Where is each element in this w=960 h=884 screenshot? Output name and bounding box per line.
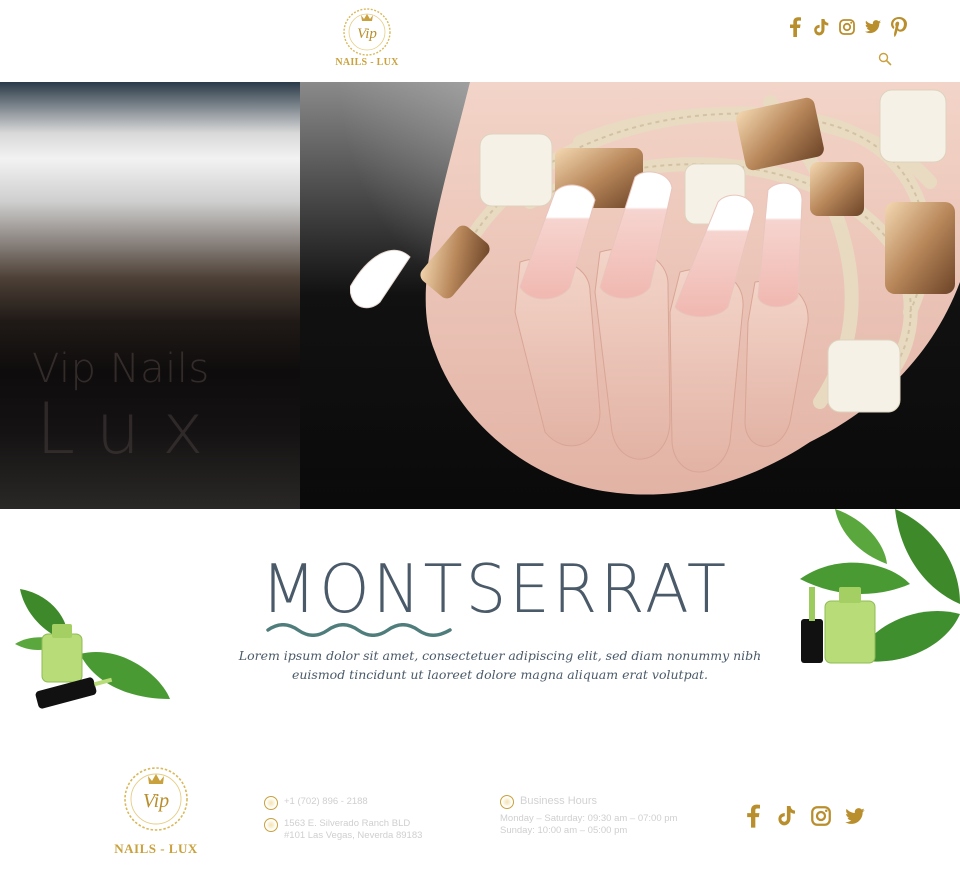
hero-title-line1: Vip Nails	[32, 346, 210, 392]
heading-wave-divider	[266, 623, 452, 637]
hours-title: Business Hours	[520, 795, 598, 807]
hero-banner: Vip Nails Lux	[0, 82, 960, 509]
twitter-icon[interactable]	[864, 16, 882, 38]
site-footer: Vip NAILS - LUX +1 (702) 896 - 2188 1563…	[0, 749, 960, 884]
header-social-links	[786, 16, 908, 38]
footer-hours: Business Hours Monday – Saturday: 09:30 …	[500, 795, 720, 837]
facebook-icon[interactable]	[786, 16, 804, 38]
phone-icon	[264, 796, 278, 810]
search-icon[interactable]	[878, 52, 892, 66]
nail-polish-leaf-image-right	[800, 509, 960, 664]
footer-logo[interactable]: Vip NAILS - LUX	[112, 761, 200, 856]
section-body-text: Lorem ipsum dolor sit amet, consectetuer…	[238, 648, 762, 682]
pinterest-icon[interactable]	[890, 16, 908, 38]
logo-text: NAILS - LUX	[335, 57, 399, 68]
footer-logo-text: NAILS - LUX	[114, 841, 198, 856]
facebook-icon[interactable]	[742, 803, 764, 829]
footer-social-links	[742, 803, 866, 829]
site-header: Vip NAILS - LUX	[0, 0, 960, 82]
location-icon	[264, 818, 278, 832]
clock-icon	[500, 795, 514, 809]
intro-section: MONTSERRAT Lorem ipsum dolor sit amet, c…	[0, 509, 960, 749]
footer-address-line2: #101 Las Vegas, Neverda 89183	[284, 830, 423, 841]
hours-line1: Monday – Saturday: 09:30 am – 07:00 pm	[500, 813, 678, 824]
tiktok-icon[interactable]	[776, 803, 798, 829]
logo-emblem-icon: Vip	[124, 767, 188, 831]
footer-phone[interactable]: +1 (702) 896 - 2188	[284, 796, 368, 808]
instagram-icon[interactable]	[838, 16, 856, 38]
svg-text:Vip: Vip	[143, 790, 169, 812]
logo-emblem-icon: Vip	[343, 8, 391, 56]
footer-address-line1: 1563 E. Silverado Ranch BLD	[284, 818, 411, 829]
site-logo[interactable]: Vip NAILS - LUX	[333, 5, 401, 73]
svg-text:Vip: Vip	[357, 26, 377, 42]
footer-contact: +1 (702) 896 - 2188 1563 E. Silverado Ra…	[264, 796, 464, 842]
instagram-icon[interactable]	[810, 803, 832, 829]
hero-title-line2: Lux	[36, 388, 226, 470]
hours-line2: Sunday: 10:00 am – 05:00 pm	[500, 825, 628, 836]
twitter-icon[interactable]	[844, 803, 866, 829]
hero-image-manicured-hand	[350, 82, 960, 495]
tiktok-icon[interactable]	[812, 16, 830, 38]
